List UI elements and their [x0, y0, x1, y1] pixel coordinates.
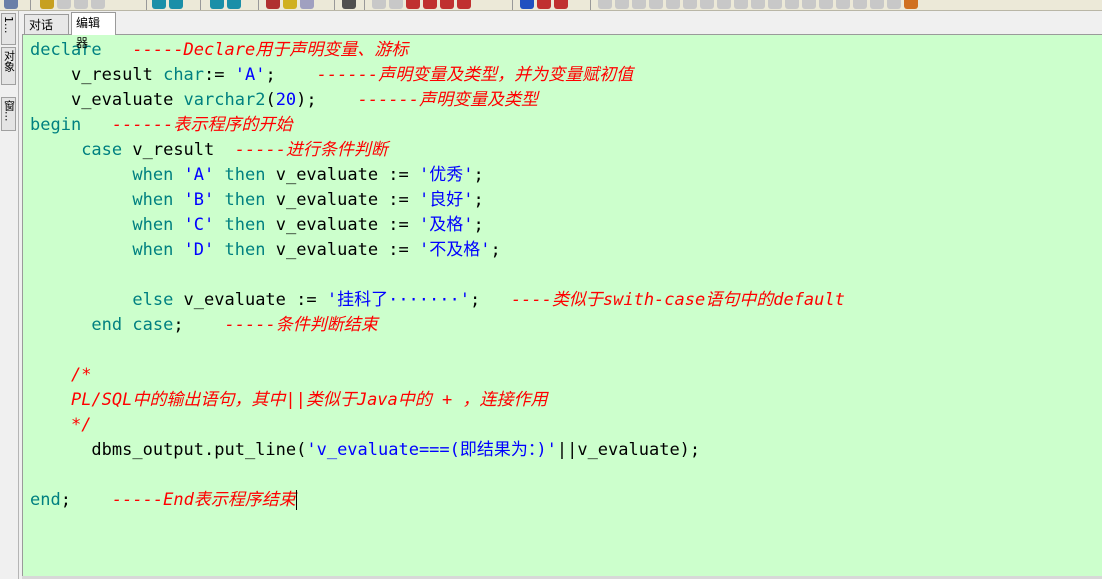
tab-bar: 对话框 编辑器 — [22, 12, 1102, 52]
toolbar-group-5 — [266, 0, 314, 10]
disabled-icon[interactable] — [666, 0, 680, 9]
database-icon[interactable] — [169, 0, 183, 9]
disabled-icon[interactable] — [870, 0, 884, 9]
disabled-icon[interactable] — [853, 0, 867, 9]
disabled-icon[interactable] — [751, 0, 765, 9]
code-editor[interactable]: declare -----Declare用于声明变量、游标 v_result c… — [22, 34, 1102, 576]
toolbar-group-8 — [520, 0, 568, 10]
toolbar-group-7 — [372, 0, 471, 10]
code-line-2: v_result char:= 'A'; ------声明变量及类型，并为变量赋… — [70, 65, 634, 85]
step-into-icon[interactable] — [520, 0, 534, 9]
database-icon[interactable] — [210, 0, 224, 9]
cut-icon[interactable] — [266, 0, 280, 9]
code-line-15: dbms_output.put_line('v_evaluate===(即结果为… — [91, 440, 701, 460]
disabled-icon[interactable] — [632, 0, 646, 9]
text-caret — [295, 490, 297, 510]
side-tab-1[interactable]: 1... — [1, 13, 16, 45]
code-line-12: /* — [70, 365, 92, 385]
disabled-icon[interactable] — [598, 0, 612, 9]
disabled-icon[interactable] — [683, 0, 697, 9]
step-disabled-icon[interactable] — [372, 0, 386, 9]
database-icon[interactable] — [227, 0, 241, 9]
code-line-7: when 'B' then v_evaluate := '良好'; — [132, 190, 484, 210]
code-line-6: when 'A' then v_evaluate := '优秀'; — [132, 165, 484, 185]
run-icon[interactable] — [406, 0, 420, 9]
edit-icon[interactable] — [283, 0, 297, 9]
find-icon[interactable] — [4, 0, 18, 9]
database-disabled-icon[interactable] — [74, 0, 88, 9]
disabled-icon[interactable] — [734, 0, 748, 9]
step-over-icon[interactable] — [537, 0, 551, 9]
copy-icon[interactable] — [300, 0, 314, 9]
disabled-icon[interactable] — [836, 0, 850, 9]
disabled-icon[interactable] — [649, 0, 663, 9]
disabled-icon[interactable] — [700, 0, 714, 9]
toolbar-group-6 — [342, 0, 356, 10]
toolbar-group-9 — [598, 0, 918, 10]
code-line-8: when 'C' then v_evaluate := '及格'; — [132, 215, 484, 235]
code-line-13: PL/SQL中的输出语句，其中||类似于Java中的 + ，连接作用 — [70, 390, 548, 410]
tool-icon[interactable] — [342, 0, 356, 9]
stop-icon[interactable] — [554, 0, 568, 9]
arrow-icon[interactable] — [57, 0, 71, 9]
run-icon[interactable] — [423, 0, 437, 9]
run-icon[interactable] — [440, 0, 454, 9]
tab-editor[interactable]: 编辑器 — [71, 12, 116, 50]
code-line-16: end; -----End表示程序结束 — [30, 490, 297, 510]
step-disabled-icon[interactable] — [389, 0, 403, 9]
database-icon[interactable] — [152, 0, 166, 9]
toolbar-group-2 — [40, 0, 105, 10]
disabled-icon[interactable] — [717, 0, 731, 9]
code-line-11: end case; -----条件判断结束 — [91, 315, 378, 335]
code-line-4: begin ------表示程序的开始 — [30, 115, 293, 135]
left-dock: 1... 对象 窗... — [0, 11, 19, 579]
bookmark-icon[interactable] — [904, 0, 918, 9]
toolbar-group-4 — [210, 0, 241, 10]
disabled-icon[interactable] — [785, 0, 799, 9]
toolbar-group-1 — [4, 0, 18, 10]
disabled-icon[interactable] — [887, 0, 901, 9]
toolbar-group-3 — [152, 0, 183, 10]
database-disabled-icon[interactable] — [91, 0, 105, 9]
code-line-5: case v_result -----进行条件判断 — [81, 140, 388, 160]
run-icon[interactable] — [457, 0, 471, 9]
disabled-icon[interactable] — [802, 0, 816, 9]
settings-icon[interactable] — [40, 0, 54, 9]
code-line-9: when 'D' then v_evaluate := '不及格'; — [132, 240, 501, 260]
code-line-3: v_evaluate varchar2(20); ------声明变量及类型 — [70, 90, 539, 110]
code-line-10: else v_evaluate := '挂科了·······'; ----类似于… — [132, 290, 845, 310]
disabled-icon[interactable] — [615, 0, 629, 9]
toolbar — [0, 0, 1102, 11]
side-tab-window[interactable]: 窗... — [1, 97, 16, 131]
code-line-14: */ — [70, 415, 92, 435]
disabled-icon[interactable] — [768, 0, 782, 9]
disabled-icon[interactable] — [819, 0, 833, 9]
tab-dialog[interactable]: 对话框 — [24, 14, 69, 52]
side-tab-objects[interactable]: 对象 — [1, 47, 16, 85]
